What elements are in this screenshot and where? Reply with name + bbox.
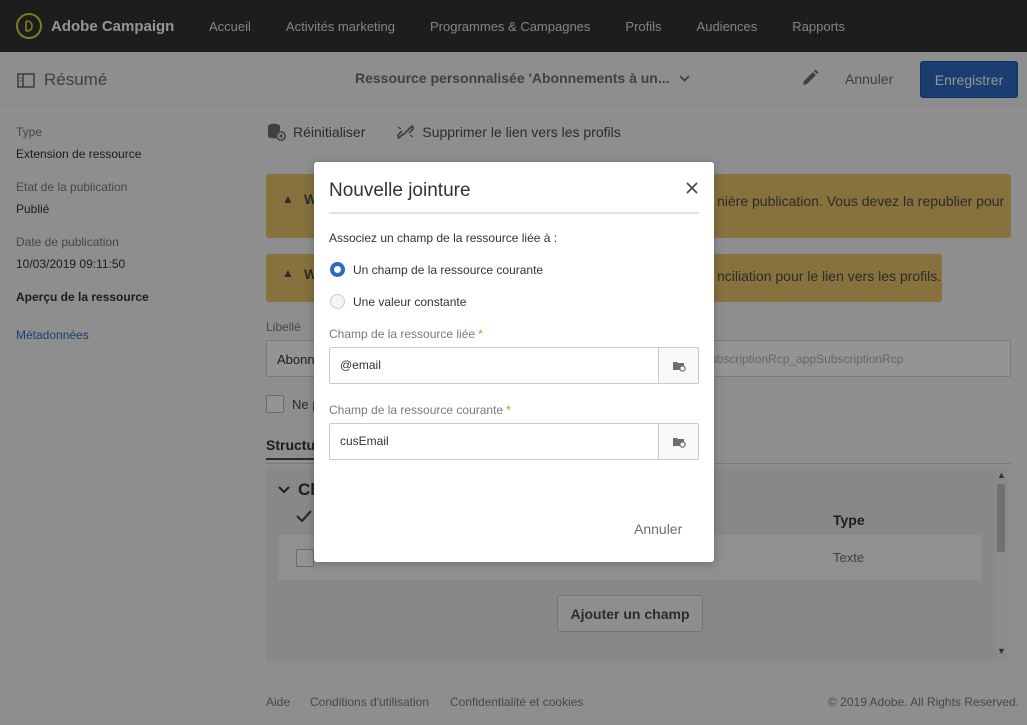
new-join-dialog: Nouvelle jointure Associez un champ de l… [314, 162, 714, 562]
linked-field-label: Champ de la ressource liée * [329, 327, 483, 341]
radio-constant-value-label: Une valeur constante [353, 294, 467, 309]
current-field-picker-button[interactable] [658, 424, 698, 459]
radio-constant-value[interactable]: Une valeur constante [330, 294, 466, 309]
radio-current-field-label: Un champ de la ressource courante [353, 262, 544, 277]
linked-field-picker-button[interactable] [658, 348, 698, 383]
current-field-input[interactable]: cusEmail [329, 423, 699, 460]
current-field-label-text: Champ de la ressource courante [329, 403, 504, 417]
current-field-value: cusEmail [340, 434, 389, 448]
required-marker: * [478, 327, 483, 341]
radio-current-field[interactable]: Un champ de la ressource courante [330, 262, 543, 277]
dialog-intro: Associez un champ de la ressource liée à… [329, 231, 558, 245]
close-icon[interactable] [684, 180, 700, 196]
linked-field-label-text: Champ de la ressource liée [329, 327, 476, 341]
folder-picker-icon [672, 437, 686, 448]
dialog-cancel-button[interactable]: Annuler [634, 521, 682, 537]
current-field-label: Champ de la ressource courante * [329, 403, 511, 417]
radio-button-selected[interactable] [330, 262, 345, 277]
linked-field-input[interactable]: @email [329, 347, 699, 384]
radio-button[interactable] [330, 294, 345, 309]
linked-field-value: @email [340, 358, 381, 372]
dialog-title: Nouvelle jointure [329, 180, 471, 201]
required-marker: * [506, 403, 511, 417]
folder-picker-icon [672, 361, 686, 372]
dialog-divider [329, 212, 699, 214]
